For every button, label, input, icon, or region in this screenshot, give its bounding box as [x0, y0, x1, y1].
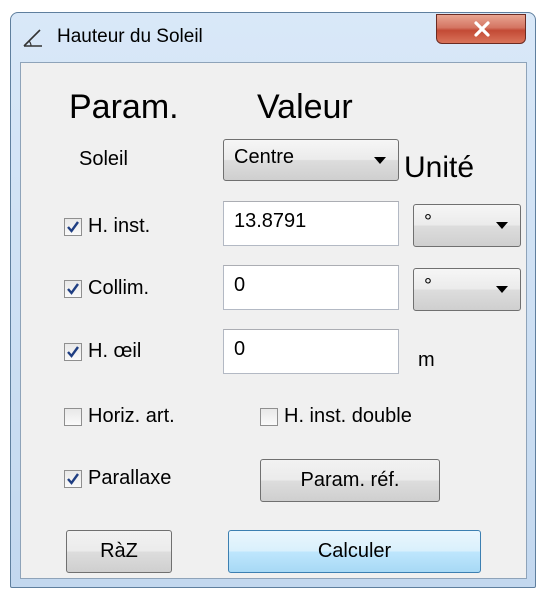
h-oeil-unit-label: m — [418, 349, 435, 371]
window-title: Hauteur du Soleil — [57, 26, 203, 47]
collim-checkbox[interactable] — [64, 280, 82, 298]
h-inst-input[interactable]: 13.8791 — [223, 201, 399, 246]
param-ref-button[interactable]: Param. réf. — [260, 459, 440, 502]
h-inst-unit-dropdown[interactable]: ° — [413, 204, 521, 247]
dialog-window: Hauteur du Soleil Param. Valeur Unité So… — [10, 12, 536, 588]
h-inst-double-checkbox[interactable] — [260, 408, 278, 426]
checkmark-icon — [67, 346, 79, 358]
h-inst-unit-value: ° — [424, 211, 432, 233]
angle-icon — [23, 29, 42, 47]
header-valeur: Valeur — [257, 88, 353, 126]
chevron-down-icon — [496, 286, 508, 293]
h-oeil-input[interactable]: 0 — [223, 329, 399, 374]
dialog-body: Param. Valeur Unité Soleil Centre H. ins… — [20, 62, 527, 579]
horiz-art-label: Horiz. art. — [88, 405, 175, 427]
checkmark-icon — [67, 473, 79, 485]
close-icon — [474, 21, 490, 37]
soleil-label: Soleil — [79, 148, 128, 170]
collim-label: Collim. — [88, 277, 150, 299]
header-unite: Unité — [404, 151, 475, 184]
h-inst-checkbox[interactable] — [64, 218, 82, 236]
horiz-art-checkbox[interactable] — [64, 408, 82, 426]
checkmark-icon — [67, 221, 79, 233]
header-param: Param. — [69, 88, 179, 126]
collim-unit-value: ° — [424, 275, 432, 297]
chevron-down-icon — [496, 222, 508, 229]
chevron-down-icon — [374, 157, 386, 164]
close-button[interactable] — [436, 14, 526, 44]
parallaxe-label: Parallaxe — [88, 467, 172, 489]
h-inst-double-label: H. inst. double — [284, 405, 412, 427]
h-inst-label: H. inst. — [88, 215, 151, 237]
calculer-button[interactable]: Calculer — [228, 530, 481, 573]
checkmark-icon — [67, 283, 79, 295]
collim-unit-dropdown[interactable]: ° — [413, 268, 521, 311]
parallaxe-checkbox[interactable] — [64, 470, 82, 488]
h-oeil-checkbox[interactable] — [64, 343, 82, 361]
raz-button[interactable]: RàZ — [66, 530, 172, 573]
title-bar[interactable]: Hauteur du Soleil — [11, 13, 535, 61]
collim-input[interactable]: 0 — [223, 265, 399, 310]
h-oeil-label: H. œil — [88, 340, 142, 362]
soleil-selected-value: Centre — [234, 146, 295, 168]
soleil-dropdown[interactable]: Centre — [223, 139, 399, 181]
